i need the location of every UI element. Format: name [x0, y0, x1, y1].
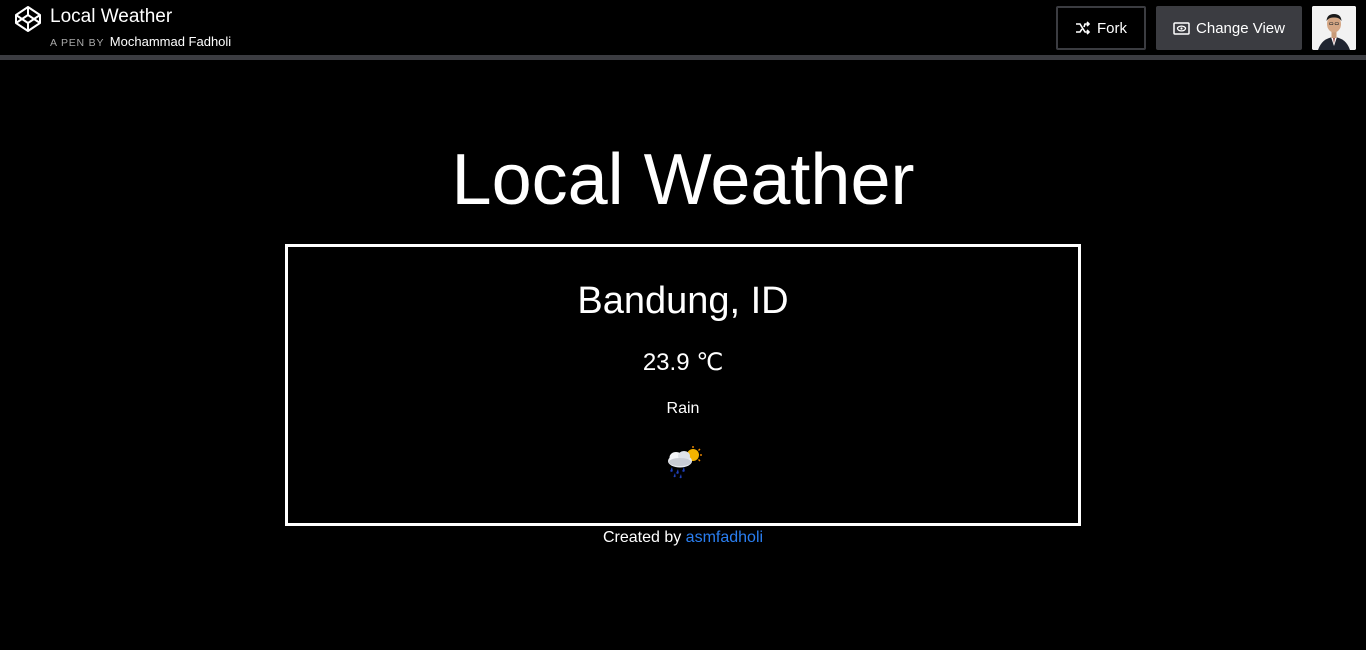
pen-by-line: A PEN BY Mochammad Fadholi: [50, 34, 231, 49]
codepen-header: Local Weather A PEN BY Mochammad Fadholi…: [0, 0, 1366, 60]
created-by-label: Created by: [602, 529, 682, 546]
pen-author-link[interactable]: Mochammad Fadholi: [110, 34, 231, 49]
weather-card: Bandung, ID 23.9 ℃ Rain: [285, 244, 1081, 526]
location-label: Bandung, ID: [577, 280, 789, 322]
pen-title: Local Weather: [50, 6, 173, 27]
temperature-value[interactable]: 23.9 ℃: [288, 349, 1078, 377]
fork-icon: [1075, 21, 1091, 35]
fork-label: Fork: [1097, 19, 1127, 37]
avatar-photo-icon: [1312, 6, 1356, 50]
change-view-button[interactable]: Change View: [1156, 6, 1302, 50]
page-title: Local Weather: [451, 140, 915, 220]
weather-condition: Rain: [666, 400, 700, 417]
rain-sun-cloud-icon: [668, 446, 702, 479]
codepen-logo-icon[interactable]: [14, 5, 42, 33]
fork-button[interactable]: Fork: [1056, 6, 1146, 50]
footer-credit: Created by asmfadholi: [0, 528, 1366, 548]
author-link[interactable]: asmfadholi: [686, 529, 763, 546]
user-avatar[interactable]: [1312, 6, 1356, 50]
pen-by-label: A PEN BY: [50, 37, 105, 49]
change-view-label: Change View: [1196, 19, 1285, 37]
change-view-icon: [1173, 21, 1190, 35]
